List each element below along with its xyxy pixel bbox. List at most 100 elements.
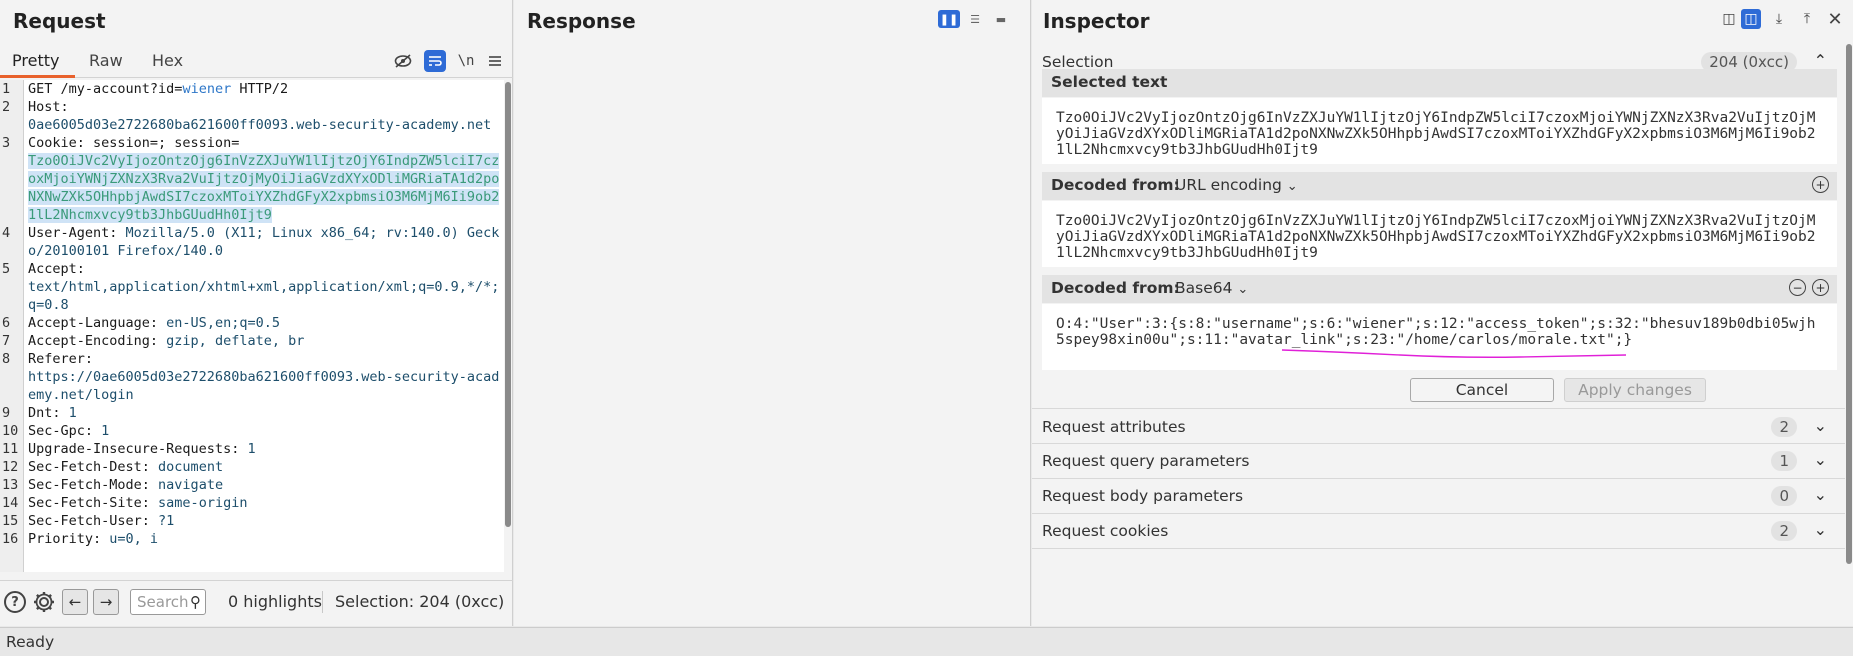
chevron-down-icon[interactable]: ⌄ <box>1814 520 1827 539</box>
line-number: 5 <box>2 261 11 277</box>
request-line: 16 Priority: u=0, i <box>0 530 505 548</box>
section-label: Request body parameters <box>1042 487 1244 505</box>
request-editor[interactable]: 1 GET /my-account?id=wiener HTTP/2 2 Host: … <box>0 80 505 572</box>
add-decoding-icon[interactable]: + <box>1812 176 1829 193</box>
status-bar: Ready <box>0 627 1853 656</box>
section-request-cookies[interactable]: Request cookies 2 ⌄ <box>1032 513 1845 549</box>
line-number: 12 <box>2 459 19 475</box>
hide-nonprintable-icon[interactable] <box>392 50 414 72</box>
layout-right-icon[interactable]: ◫ <box>1741 9 1761 29</box>
header-value: 1 <box>239 441 256 457</box>
header-name: Sec-Fetch-Dest: <box>28 459 150 475</box>
help-icon[interactable]: ? <box>4 591 26 613</box>
header-name: Cookie: session=; session= <box>28 135 240 151</box>
line-code: Dnt: 1 <box>24 404 502 422</box>
request-line: 9 Dnt: 1 <box>0 404 505 422</box>
side-by-side-layout-icon[interactable]: ❚❚ <box>938 10 960 28</box>
request-search-bar: ? ← → Search ⚲ 0 highlights Selection: 2… <box>0 580 513 624</box>
cancel-button[interactable]: Cancel <box>1410 378 1554 402</box>
layout-left-icon[interactable]: ◫ <box>1719 9 1739 29</box>
annotation-underline <box>1281 349 1627 358</box>
header-name: Sec-Fetch-User: <box>28 513 150 529</box>
collapse-all-icon[interactable]: ⤒ <box>1797 9 1817 29</box>
line-number: 2 <box>2 99 11 115</box>
divider <box>322 591 323 613</box>
newline-toggle-icon[interactable]: \n <box>455 50 477 72</box>
inspector-scrollbar[interactable] <box>1845 44 1853 564</box>
header-value: 0ae6005d03e2722680ba621600ff0093.web-sec… <box>28 117 492 133</box>
remove-decoding-icon[interactable]: − <box>1789 279 1806 296</box>
expand-all-icon[interactable]: ⤓ <box>1769 9 1789 29</box>
close-icon[interactable]: ✕ <box>1825 9 1845 30</box>
request-line: 7 Accept-Encoding: gzip, deflate, br <box>0 332 505 350</box>
previous-match-button[interactable]: ← <box>62 589 88 615</box>
line-number: 16 <box>2 531 19 547</box>
tab-hex[interactable]: Hex <box>152 51 183 70</box>
inspector-title: Inspector <box>1043 9 1150 33</box>
header-value: navigate <box>149 477 224 493</box>
chevron-down-icon[interactable]: ⌄ <box>1814 450 1827 469</box>
request-lines: 1 GET /my-account?id=wiener HTTP/2 2 Host: … <box>0 80 505 548</box>
line-code: Upgrade-Insecure-Requests: 1 <box>24 440 502 458</box>
request-line: 11 Upgrade-Insecure-Requests: 1 <box>0 440 505 458</box>
request-line: 3 Cookie: session=; session= Tzo0OiJVc2Vy… <box>0 134 505 224</box>
chevron-down-icon[interactable]: ⌄ <box>1814 485 1827 504</box>
header-name: Referer: <box>28 351 94 367</box>
request-line: 1 GET /my-account?id=wiener HTTP/2 <box>0 80 505 98</box>
top-bottom-layout-icon[interactable]: ☰ <box>964 10 986 28</box>
line-number: 4 <box>2 225 11 241</box>
chevron-down-icon[interactable]: ⌄ <box>1814 416 1827 435</box>
menu-icon[interactable] <box>484 50 506 72</box>
request-line: 2 Host: 0ae6005d03e2722680ba621600ff0093.… <box>0 98 505 134</box>
settings-gear-icon[interactable] <box>32 590 56 618</box>
encoding-label: Base64 <box>1175 279 1233 297</box>
line-code: Sec-Fetch-User: ?1 <box>24 512 502 530</box>
add-decoding-icon[interactable]: + <box>1812 279 1829 296</box>
line-code: Referer: https://0ae6005d03e2722680ba621… <box>24 350 502 404</box>
apply-changes-button[interactable]: Apply changes <box>1564 378 1706 402</box>
active-tab-indicator <box>0 75 75 78</box>
wrap-lines-icon[interactable] <box>424 50 446 72</box>
request-line: 15 Sec-Fetch-User: ?1 <box>0 512 505 530</box>
response-panel: Response ❚❚ ☰ ▬ <box>514 0 1031 626</box>
selected-text-value[interactable]: Tzo0OiJVc2VyIjozOntzOjg6InVzZXJuYW1lIjtz… <box>1042 98 1837 164</box>
section-request-body-parameters[interactable]: Request body parameters 0 ⌄ <box>1032 478 1845 514</box>
header-value: wiener <box>182 81 232 97</box>
line-number: 10 <box>2 423 19 439</box>
section-request-query-parameters[interactable]: Request query parameters 1 ⌄ <box>1032 443 1845 479</box>
tabbed-layout-icon[interactable]: ▬ <box>990 10 1012 28</box>
chevron-down-icon: ⌄ <box>1286 179 1298 194</box>
header-value: gzip, deflate, br <box>158 333 305 349</box>
decoded-b64-value[interactable]: O:4:"User":3:{s:8:"username";s:6:"wiener… <box>1042 304 1837 370</box>
chevron-down-icon: ⌄ <box>1237 282 1249 297</box>
section-request-attributes[interactable]: Request attributes 2 ⌄ <box>1032 408 1845 444</box>
line-code: Sec-Fetch-Mode: navigate <box>24 476 502 494</box>
header-value: same-origin <box>149 495 248 511</box>
line-number: 9 <box>2 405 11 421</box>
line-code: Sec-Fetch-Site: same-origin <box>24 494 502 512</box>
inspector-body: Selection 204 (0xcc) ⌃ Selected text Tzo… <box>1032 44 1845 626</box>
url-encoding-dropdown[interactable]: URL encoding ⌄ <box>1175 176 1298 194</box>
selected-text-label: Selected text <box>1051 73 1168 91</box>
header-name: Accept-Language: <box>28 315 159 331</box>
request-scrollbar[interactable] <box>504 80 512 572</box>
request-title: Request <box>13 9 106 33</box>
tab-pretty[interactable]: Pretty <box>12 51 59 70</box>
response-title: Response <box>527 9 636 33</box>
line-code: User-Agent: Mozilla/5.0 (X11; Linux x86_… <box>24 224 502 260</box>
highlights-count: 0 highlights <box>228 592 322 611</box>
base64-dropdown[interactable]: Base64 ⌄ <box>1175 279 1248 297</box>
header-name: Accept: <box>28 261 85 277</box>
tab-raw[interactable]: Raw <box>89 51 123 70</box>
next-match-button[interactable]: → <box>93 589 119 615</box>
section-count-badge: 0 <box>1771 486 1797 506</box>
line-number: 8 <box>2 351 11 367</box>
header-name: User-Agent: <box>28 225 118 241</box>
section-label: Request cookies <box>1042 522 1169 540</box>
search-input[interactable]: Search ⚲ <box>130 589 206 615</box>
request-line: 4 User-Agent: Mozilla/5.0 (X11; Linux x86… <box>0 224 505 260</box>
decoded-url-value[interactable]: Tzo0OiJVc2VyIjozOntzOjg6InVzZXJuYW1lIjtz… <box>1042 201 1837 267</box>
decoded-url-header: Decoded from: URL encoding ⌄ + <box>1042 172 1837 200</box>
chevron-up-icon[interactable]: ⌃ <box>1814 51 1827 70</box>
header-value: 1 <box>60 405 77 421</box>
